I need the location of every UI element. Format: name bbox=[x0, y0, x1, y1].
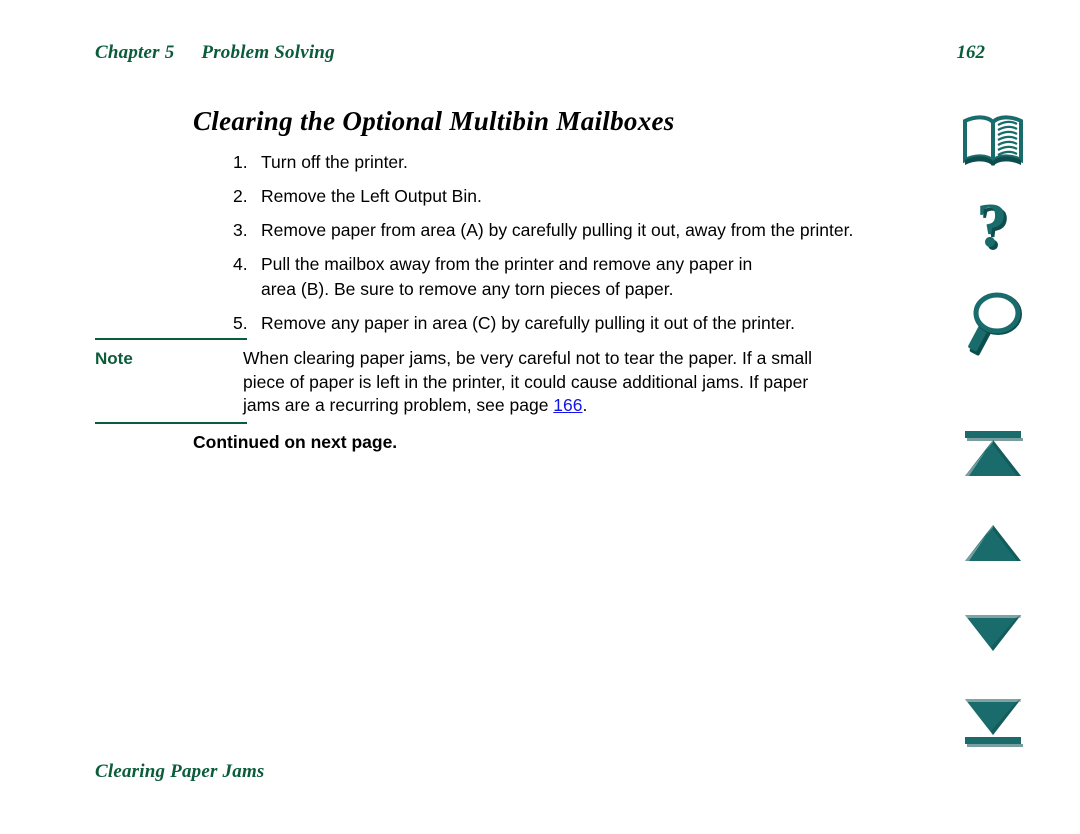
first-page-icon[interactable] bbox=[945, 428, 1041, 480]
step-text: Remove any paper in area (C) by carefull… bbox=[261, 313, 796, 333]
note-callout: Note When clearing paper jams, be very c… bbox=[95, 338, 915, 424]
page-title: Clearing the Optional Multibin Mailboxes bbox=[193, 106, 675, 137]
step-number: 2. bbox=[233, 186, 248, 206]
note-line-3-suffix: . bbox=[582, 395, 588, 415]
step-number: 5. bbox=[233, 313, 248, 333]
magnifier-icon[interactable] bbox=[945, 288, 1041, 360]
note-text-line-1: When clearing paper jams, be very carefu… bbox=[243, 348, 813, 368]
navigation-icon-rail: ? ? bbox=[945, 0, 1055, 834]
next-page-icon[interactable] bbox=[945, 610, 1041, 656]
step-text: Remove the Left Output Bin. bbox=[261, 186, 482, 206]
step-text-line-2: area (B). Be sure to remove any torn pie… bbox=[261, 279, 674, 299]
step-text: Remove paper from area (A) by carefully … bbox=[261, 220, 854, 240]
continued-notice: Continued on next page. bbox=[193, 432, 398, 452]
previous-page-icon[interactable] bbox=[945, 520, 1041, 566]
note-bottom-rule bbox=[95, 421, 247, 424]
note-text-line-3: jams are a recurring problem, see page 1… bbox=[243, 394, 915, 418]
step-text-line-1: Pull the mailbox away from the printer a… bbox=[261, 254, 753, 274]
step-number: 1. bbox=[233, 152, 248, 172]
running-header: Chapter 5 Problem Solving 162 bbox=[95, 42, 985, 68]
list-item: 1. Turn off the printer. bbox=[233, 150, 958, 175]
list-item: 3. Remove paper from area (A) by careful… bbox=[233, 218, 958, 243]
footer-section-title: Clearing Paper Jams bbox=[95, 761, 265, 782]
list-item: 2. Remove the Left Output Bin. bbox=[233, 184, 958, 209]
last-page-icon[interactable] bbox=[945, 696, 1041, 750]
list-item: 5. Remove any paper in area (C) by caref… bbox=[233, 311, 958, 336]
svg-text:?: ? bbox=[977, 197, 1008, 260]
header-section-title: Problem Solving bbox=[201, 42, 335, 63]
procedure-step-list: 1. Turn off the printer. 2. Remove the L… bbox=[193, 150, 958, 345]
step-text: Turn off the printer. bbox=[261, 152, 408, 172]
step-number: 4. bbox=[233, 254, 248, 274]
note-body: Note When clearing paper jams, be very c… bbox=[95, 340, 915, 418]
note-label: Note bbox=[95, 349, 133, 368]
page-reference-link[interactable]: 166 bbox=[553, 395, 582, 415]
header-chapter-label: Chapter 5 bbox=[95, 42, 175, 63]
book-icon[interactable] bbox=[945, 110, 1041, 172]
question-mark-icon[interactable]: ? ? bbox=[945, 196, 1041, 266]
note-text-line-2: piece of paper is left in the printer, i… bbox=[243, 371, 809, 392]
note-text: When clearing paper jams, be very carefu… bbox=[242, 347, 915, 418]
document-page: Chapter 5 Problem Solving 162 Clearing t… bbox=[0, 0, 1080, 834]
step-number: 3. bbox=[233, 220, 248, 240]
list-item: 4. Pull the mailbox away from the printe… bbox=[233, 252, 958, 302]
step-text: Pull the mailbox away from the printer a… bbox=[261, 252, 958, 302]
note-line-3-prefix: jams are a recurring problem, see page bbox=[243, 395, 554, 415]
